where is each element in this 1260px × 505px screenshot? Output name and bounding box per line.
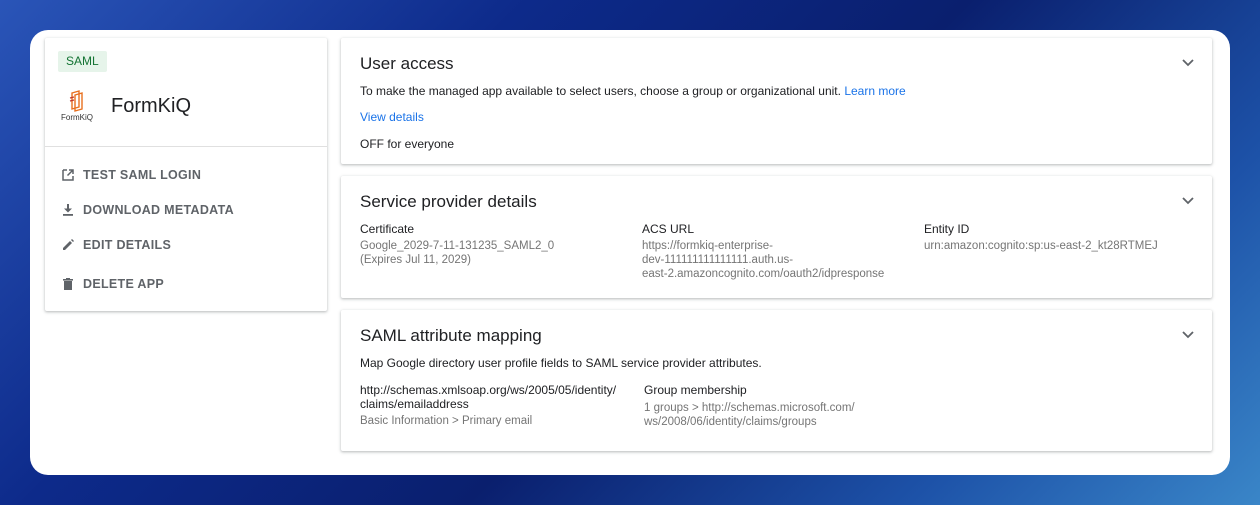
certificate-value: Google_2029-7-11-131235_SAML2_0	[360, 240, 555, 252]
attribute-name-line: claims/emailaddress	[360, 397, 469, 411]
certificate-label: Certificate	[360, 222, 415, 236]
acs-url-label: ACS URL	[642, 222, 695, 236]
user-access-description: To make the managed app available to sel…	[360, 84, 906, 98]
learn-more-link[interactable]: Learn more	[844, 84, 905, 98]
saml-attribute-mapping-card: SAML attribute mapping Map Google direct…	[341, 310, 1212, 451]
card-title: SAML attribute mapping	[360, 326, 542, 345]
divider	[45, 146, 327, 147]
trash-icon	[61, 277, 75, 291]
view-details-link[interactable]: View details	[360, 110, 424, 124]
attribute-mapping-value: Basic Information > Primary email	[360, 415, 533, 427]
action-label: DOWNLOAD METADATA	[83, 203, 234, 217]
open-in-new-icon	[61, 168, 75, 182]
group-membership-value: 1 groups > http://schemas.microsoft.com/	[644, 402, 855, 414]
logo-wordmark: FormKiQ	[61, 113, 93, 122]
acs-url-line: east-2.amazoncognito.com/oauth2/idprespo…	[642, 268, 885, 280]
access-status: OFF for everyone	[360, 137, 455, 151]
service-provider-card: Service provider details Certificate Goo…	[341, 176, 1212, 298]
app-summary-panel: SAML FormKiQ FormKiQ TEST SAML LOGIN DOW…	[45, 38, 327, 311]
mapping-description: Map Google directory user profile fields…	[360, 356, 762, 370]
description-text: To make the managed app available to sel…	[360, 84, 841, 98]
delete-app-button[interactable]: DELETE APP	[61, 274, 164, 294]
pencil-icon	[61, 238, 75, 252]
card-title: Service provider details	[360, 192, 537, 211]
app-name: FormKiQ	[111, 95, 191, 117]
formkiq-logo-mark	[69, 90, 83, 112]
test-saml-login-button[interactable]: TEST SAML LOGIN	[61, 165, 201, 185]
formkiq-logo: FormKiQ	[58, 90, 96, 126]
action-label: TEST SAML LOGIN	[83, 168, 202, 182]
action-label: DELETE APP	[83, 277, 165, 291]
group-membership-value: ws/2008/06/identity/claims/groups	[644, 416, 817, 428]
certificate-expiry: (Expires Jul 11, 2029)	[360, 254, 472, 266]
download-icon	[61, 203, 75, 217]
app-window: SAML FormKiQ FormKiQ TEST SAML LOGIN DOW…	[30, 30, 1230, 475]
group-membership-label: Group membership	[644, 383, 747, 397]
edit-details-button[interactable]: EDIT DETAILS	[61, 235, 171, 255]
user-access-card: User access To make the managed app avai…	[341, 38, 1212, 164]
card-title: User access	[360, 54, 454, 73]
download-metadata-button[interactable]: DOWNLOAD METADATA	[61, 200, 234, 220]
acs-url-line: https://formkiq-enterprise-	[642, 240, 774, 252]
action-label: EDIT DETAILS	[83, 238, 172, 252]
entity-id-value: urn:amazon:cognito:sp:us-east-2_kt28RTME…	[924, 240, 1158, 252]
saml-badge: SAML	[58, 51, 107, 72]
acs-url-line: dev-111111111111111.auth.us-	[642, 254, 794, 266]
chevron-down-icon[interactable]	[1182, 331, 1194, 339]
entity-id-label: Entity ID	[924, 222, 970, 236]
chevron-down-icon[interactable]	[1182, 197, 1194, 205]
chevron-down-icon[interactable]	[1182, 59, 1194, 67]
attribute-name-line: http://schemas.xmlsoap.org/ws/2005/05/id…	[360, 383, 617, 397]
